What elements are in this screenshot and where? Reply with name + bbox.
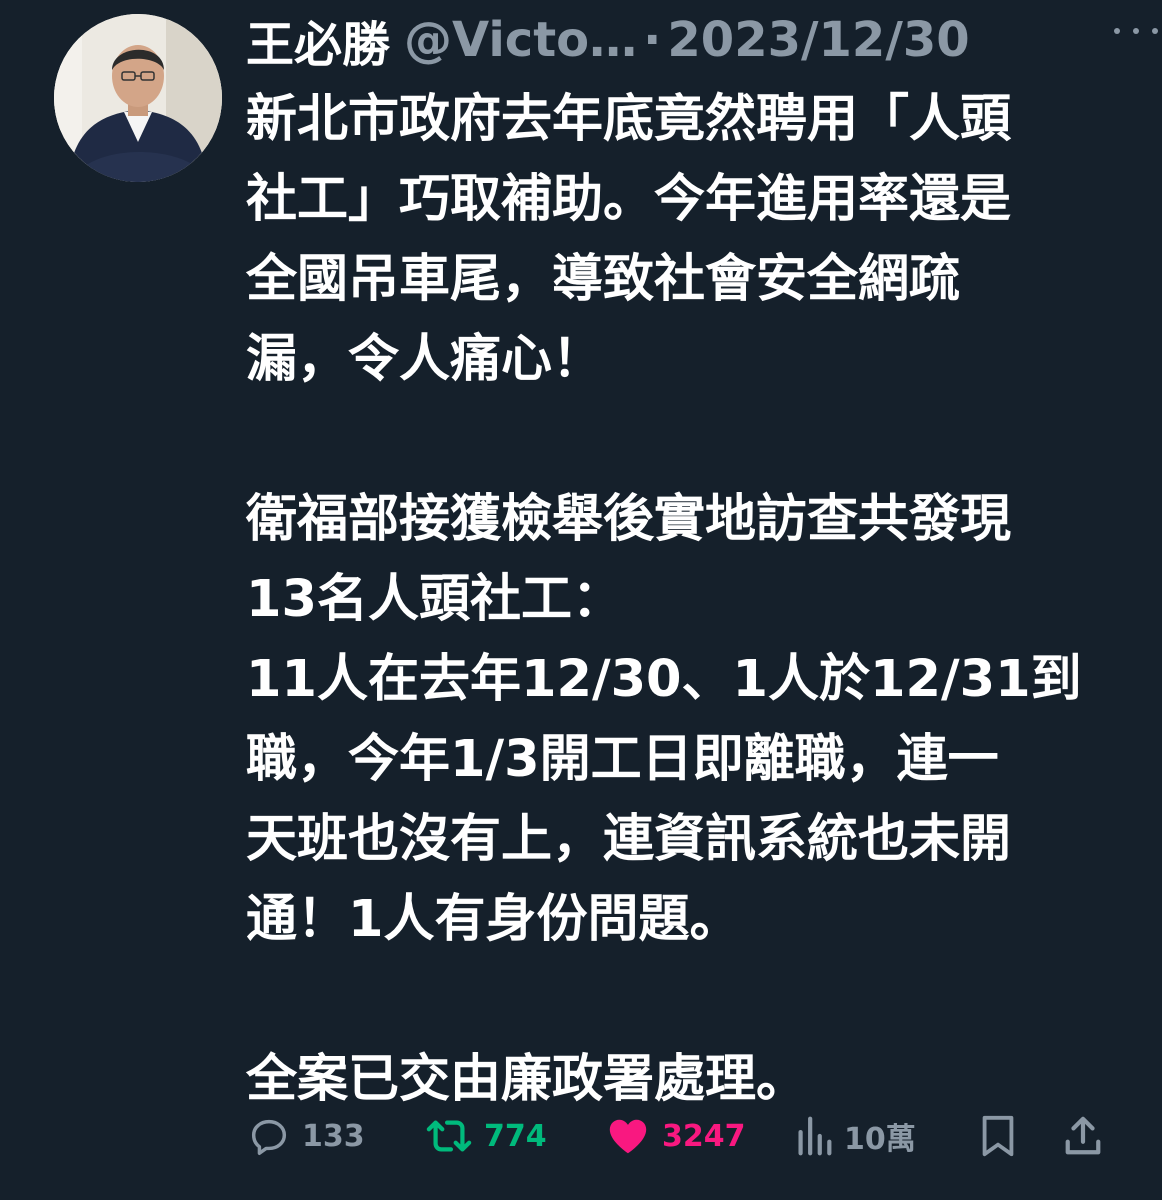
author-name[interactable]: 王必勝 — [246, 5, 390, 75]
bookmark-icon — [982, 1115, 1014, 1157]
views-button[interactable]: 10萬 — [794, 1106, 916, 1166]
reply-icon — [251, 1119, 287, 1155]
more-icon[interactable] — [1114, 16, 1158, 46]
tweet-paragraph: 衛福部接獲檢舉後實地訪查共發現 13名人頭社工： 11人在去年12/30、1人於… — [246, 490, 1082, 949]
tweet-date[interactable]: 2023/12/30 — [667, 12, 969, 68]
bookmark-button[interactable] — [978, 1106, 1018, 1166]
views-icon — [798, 1116, 832, 1156]
author-handle[interactable]: @Victo… — [404, 12, 637, 68]
retweet-count: 774 — [484, 1118, 547, 1154]
tweet: 王必勝 @Victo… · 2023/12/30 新北市政府去年底竟然聘用「人頭… — [0, 0, 1162, 1200]
share-icon — [1065, 1116, 1101, 1155]
reply-button[interactable]: 133 — [246, 1106, 365, 1166]
reply-count: 133 — [302, 1118, 365, 1154]
heart-icon — [609, 1119, 647, 1154]
like-button[interactable]: 3247 — [604, 1106, 746, 1166]
retweet-button[interactable]: 774 — [424, 1106, 547, 1166]
avatar-photo — [54, 14, 222, 182]
avatar[interactable] — [54, 14, 222, 182]
tweet-actions: 133 774 3247 10萬 — [246, 1106, 1106, 1166]
like-count: 3247 — [662, 1118, 746, 1154]
views-count: 10萬 — [844, 1122, 916, 1157]
share-button[interactable] — [1062, 1106, 1104, 1166]
header-separator: · — [643, 12, 662, 68]
tweet-paragraph: 新北市政府去年底竟然聘用「人頭 社工」巧取補助。今年進用率還是 全國吊車尾，導致… — [246, 90, 1012, 389]
retweet-icon — [426, 1120, 472, 1152]
tweet-body: 新北市政府去年底竟然聘用「人頭 社工」巧取補助。今年進用率還是 全國吊車尾，導致… — [246, 80, 1126, 1120]
tweet-header: 王必勝 @Victo… · 2023/12/30 — [246, 5, 1116, 75]
